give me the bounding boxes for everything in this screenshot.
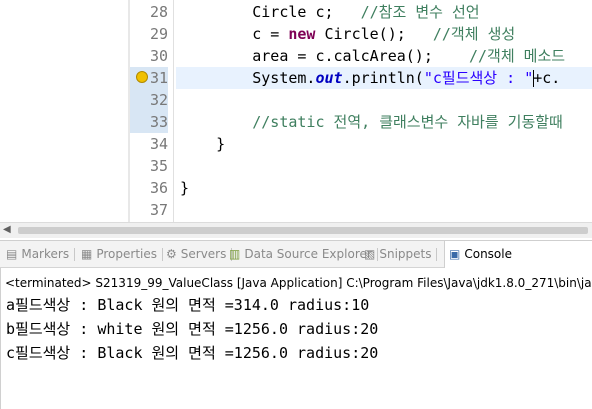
snippets-icon: ▧ (364, 247, 376, 261)
code-text: } (180, 177, 189, 199)
line-number: 32 (130, 89, 168, 111)
terminated-status: <terminated> S21319_99_ValueClass [Java … (5, 276, 592, 290)
token-fld: out (315, 69, 343, 87)
code-text: Circle c; //참조 변수 선언 (180, 1, 480, 23)
code-line[interactable]: 33 //static 전역, 클래스변수 자바를 기동할때 (0, 111, 592, 133)
properties-icon: ▦ (81, 247, 93, 261)
token: .println( (342, 69, 424, 87)
code-line[interactable]: 30 area = c.calcArea(); //객체 메소드 (0, 45, 592, 67)
tab-label: Snippets (379, 247, 432, 261)
code-editor[interactable]: 28 Circle c; //참조 변수 선언 29 c = new Circle… (0, 0, 592, 222)
token: area = c.calcArea(); (180, 47, 469, 65)
console-view[interactable]: <terminated> S21319_99_ValueClass [Java … (0, 268, 592, 409)
warning-marker-icon[interactable] (136, 71, 148, 83)
tab-properties[interactable]: ▦ Properties (81, 241, 163, 268)
tab-separator (74, 248, 76, 261)
tab-separator (436, 248, 438, 261)
token: } (180, 179, 190, 197)
code-line[interactable]: 36} (0, 177, 592, 199)
tab-label: Properties (96, 247, 157, 261)
token-cmt: //static 전역, 클래스변수 자바를 기동할때 (252, 113, 563, 131)
code-line[interactable]: 31 System.out.println("c필드색상 : "+c. (0, 67, 592, 89)
token: +c. (533, 69, 561, 87)
scroll-left-icon[interactable]: ◀ (3, 224, 11, 235)
tab-label: Servers (180, 247, 227, 261)
scrollbar-thumb[interactable] (18, 227, 588, 234)
token-str: "c필드색상 : " (423, 69, 534, 87)
token-cmt: //객체 메소드 (468, 47, 566, 65)
token: Circle c; (180, 3, 361, 21)
line-number: 33 (130, 111, 168, 133)
code-line[interactable]: 34 } (0, 133, 592, 155)
data-source-icon: ▥ (229, 247, 241, 261)
line-number: 36 (149, 179, 168, 197)
token-kw: new (288, 25, 316, 43)
code-text: c = new Circle(); //객체 생성 (180, 23, 515, 45)
line-number: 34 (149, 135, 168, 153)
console-output-line: b필드색상 : white 원의 면적 =1256.0 radius:20 (6, 320, 379, 338)
code-line[interactable]: 29 c = new Circle(); //객체 생성 (0, 23, 592, 45)
token: Circle(); (315, 25, 433, 43)
line-number: 28 (149, 3, 168, 21)
console-icon: ▣ (449, 247, 461, 261)
tab-separator (162, 248, 163, 261)
token: System. (180, 69, 316, 87)
servers-icon: ⚙ (166, 247, 177, 261)
line-number: 37 (149, 201, 168, 219)
editor-horizontal-scrollbar[interactable]: ◀ (0, 222, 592, 238)
console-output-line: a필드색상 : Black 원의 면적 =314.0 radius:10 (6, 296, 370, 314)
code-line[interactable]: 35 (0, 155, 592, 177)
view-tab-bar: ▤ Markers ▦ Properties ⚙ Servers ▥ Data Source … (0, 240, 592, 268)
tab-console[interactable]: ▣ Console (444, 241, 592, 268)
console-output-line: c필드색상 : Black 원의 면적 =1256.0 radius:20 (6, 344, 379, 362)
code-line[interactable]: 32 (0, 89, 592, 111)
code-text: System.out.println("c필드색상 : "+c. (180, 67, 560, 89)
tab-label: Data Source Explorer (244, 247, 372, 261)
console-left-border (0, 268, 1, 409)
token-cmt: //참조 변수 선언 (360, 3, 480, 21)
token: c = (180, 25, 289, 43)
code-line[interactable]: 28 Circle c; //참조 변수 선언 (0, 1, 592, 23)
tab-servers[interactable]: ⚙ Servers (166, 241, 233, 268)
line-number: 29 (149, 25, 168, 43)
tab-label: Console (464, 247, 512, 261)
tab-markers[interactable]: ▤ Markers (6, 241, 76, 268)
tab-label: Markers (21, 247, 70, 261)
code-line[interactable]: 37 (0, 199, 592, 221)
code-text: } (180, 133, 225, 155)
tab-snippets[interactable]: ▧ Snippets (364, 241, 438, 268)
tab-data-source-explorer[interactable]: ▥ Data Source Explorer (229, 241, 378, 268)
markers-icon: ▤ (6, 247, 18, 261)
token-cmt: //객체 생성 (432, 25, 516, 43)
text-caret (533, 70, 534, 87)
line-number: 35 (149, 157, 168, 175)
code-text: area = c.calcArea(); //객체 메소드 (180, 45, 565, 67)
token: } (180, 135, 226, 153)
code-text: //static 전역, 클래스변수 자바를 기동할때 (180, 111, 563, 133)
line-number: 30 (149, 47, 168, 65)
